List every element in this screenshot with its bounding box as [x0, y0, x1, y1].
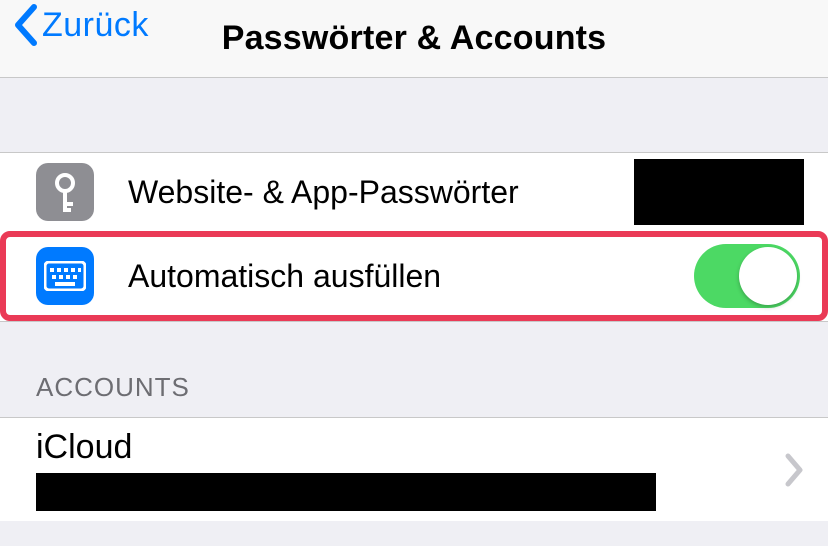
accounts-group: iCloud	[0, 417, 828, 521]
chevron-right-icon	[784, 452, 804, 488]
navigation-bar: Zurück Passwörter & Accounts	[0, 0, 828, 78]
row-label-passwords: Website- & App-Passwörter	[128, 174, 634, 211]
redacted-value	[634, 159, 804, 225]
redacted-subtitle	[36, 473, 656, 511]
settings-group: Website- & App-Passwörter	[0, 152, 828, 322]
toggle-knob	[739, 247, 797, 305]
spacer	[0, 78, 828, 152]
key-icon	[36, 163, 94, 221]
row-icloud[interactable]: iCloud	[0, 418, 828, 521]
row-website-app-passwords[interactable]: Website- & App-Passwörter	[0, 153, 828, 231]
row-autofill: Automatisch ausfüllen	[8, 237, 820, 315]
row-label-autofill: Automatisch ausfüllen	[128, 258, 694, 295]
back-label: Zurück	[42, 6, 149, 45]
highlight-autofill: Automatisch ausfüllen	[0, 231, 828, 321]
section-header-accounts: ACCOUNTS	[0, 322, 828, 417]
icloud-title: iCloud	[36, 428, 800, 467]
chevron-left-icon	[12, 4, 38, 46]
keyboard-icon	[36, 247, 94, 305]
autofill-toggle[interactable]	[694, 244, 800, 308]
back-button[interactable]: Zurück	[12, 4, 149, 46]
